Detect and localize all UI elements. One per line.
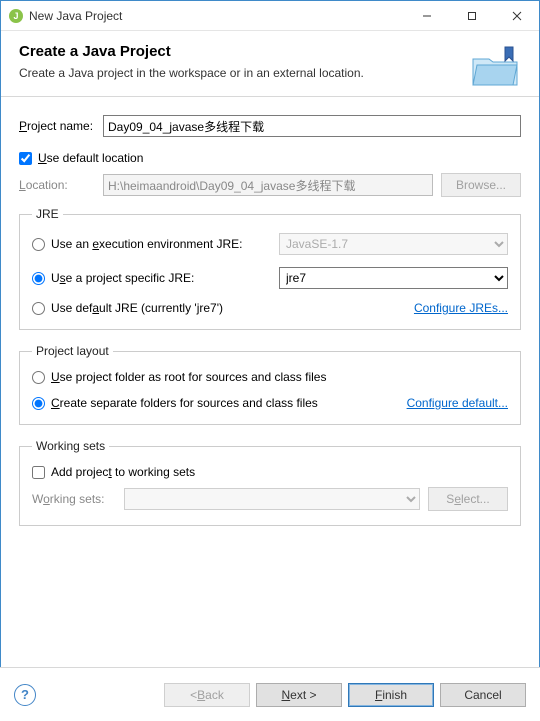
- jre-default-radio[interactable]: [32, 302, 45, 315]
- close-button[interactable]: [494, 1, 539, 30]
- working-sets-select-button: Select...: [428, 487, 508, 511]
- dialog-header: Create a Java Project Create a Java proj…: [1, 31, 539, 97]
- working-sets-label: Working sets:: [32, 492, 116, 506]
- dialog-title: Create a Java Project: [19, 43, 521, 60]
- layout-separate-row: Create separate folders for sources and …: [32, 396, 508, 410]
- jre-exec-env-label: Use an execution environment JRE:: [51, 237, 279, 251]
- dialog-content: Project name: Use default location Locat…: [1, 97, 539, 558]
- working-sets-legend: Working sets: [32, 439, 109, 453]
- jre-legend: JRE: [32, 207, 63, 221]
- cancel-button[interactable]: Cancel: [440, 683, 526, 707]
- jre-default-row: Use default JRE (currently 'jre7') Confi…: [32, 301, 508, 315]
- back-button: < Back: [164, 683, 250, 707]
- jre-exec-env-radio[interactable]: [32, 238, 45, 251]
- next-button[interactable]: Next >: [256, 683, 342, 707]
- jre-default-label: Use default JRE (currently 'jre7'): [51, 301, 223, 315]
- project-name-row: Project name:: [19, 115, 521, 137]
- location-row: Location: Browse...: [19, 173, 521, 197]
- project-layout-legend: Project layout: [32, 344, 113, 358]
- location-input: [103, 174, 433, 196]
- window-title: New Java Project: [29, 9, 404, 23]
- jre-fieldset: JRE Use an execution environment JRE: Ja…: [19, 207, 521, 330]
- maximize-button[interactable]: [449, 1, 494, 30]
- use-default-location-row: Use default location: [19, 151, 521, 165]
- titlebar: J New Java Project: [1, 1, 539, 31]
- layout-root-row: Use project folder as root for sources a…: [32, 370, 508, 384]
- jre-project-specific-radio[interactable]: [32, 272, 45, 285]
- help-button[interactable]: ?: [14, 684, 36, 706]
- location-label: Location:: [19, 178, 103, 192]
- project-layout-fieldset: Project layout Use project folder as roo…: [19, 344, 521, 425]
- finish-button[interactable]: Finish: [348, 683, 434, 707]
- jre-exec-env-select: JavaSE-1.7: [279, 233, 508, 255]
- minimize-button[interactable]: [404, 1, 449, 30]
- project-name-input[interactable]: [103, 115, 521, 137]
- project-name-label: Project name:: [19, 119, 103, 133]
- working-sets-select: [124, 488, 420, 510]
- jre-project-specific-row: Use a project specific JRE: jre7: [32, 267, 508, 289]
- layout-separate-radio[interactable]: [32, 397, 45, 410]
- add-working-sets-label: Add project to working sets: [51, 465, 195, 479]
- use-default-location-label: Use default location: [38, 151, 143, 165]
- browse-button: Browse...: [441, 173, 521, 197]
- working-sets-row: Working sets: Select...: [32, 487, 508, 511]
- layout-root-radio[interactable]: [32, 371, 45, 384]
- add-working-sets-checkbox[interactable]: [32, 466, 45, 479]
- layout-separate-label: Create separate folders for sources and …: [51, 396, 318, 410]
- configure-default-link[interactable]: Configure default...: [407, 396, 508, 410]
- working-sets-fieldset: Working sets Add project to working sets…: [19, 439, 521, 526]
- jre-project-specific-select[interactable]: jre7: [279, 267, 508, 289]
- layout-root-label: Use project folder as root for sources a…: [51, 370, 326, 384]
- jre-exec-env-row: Use an execution environment JRE: JavaSE…: [32, 233, 508, 255]
- configure-jres-link[interactable]: Configure JREs...: [414, 301, 508, 315]
- jre-project-specific-label: Use a project specific JRE:: [51, 271, 279, 285]
- use-default-location-checkbox[interactable]: [19, 152, 32, 165]
- dialog-subtitle: Create a Java project in the workspace o…: [19, 66, 521, 80]
- window-controls: [404, 1, 539, 30]
- folder-icon: [469, 45, 521, 92]
- add-working-sets-row: Add project to working sets: [32, 465, 508, 479]
- app-icon: J: [9, 9, 23, 23]
- dialog-footer: ? < Back Next > Finish Cancel: [0, 667, 540, 721]
